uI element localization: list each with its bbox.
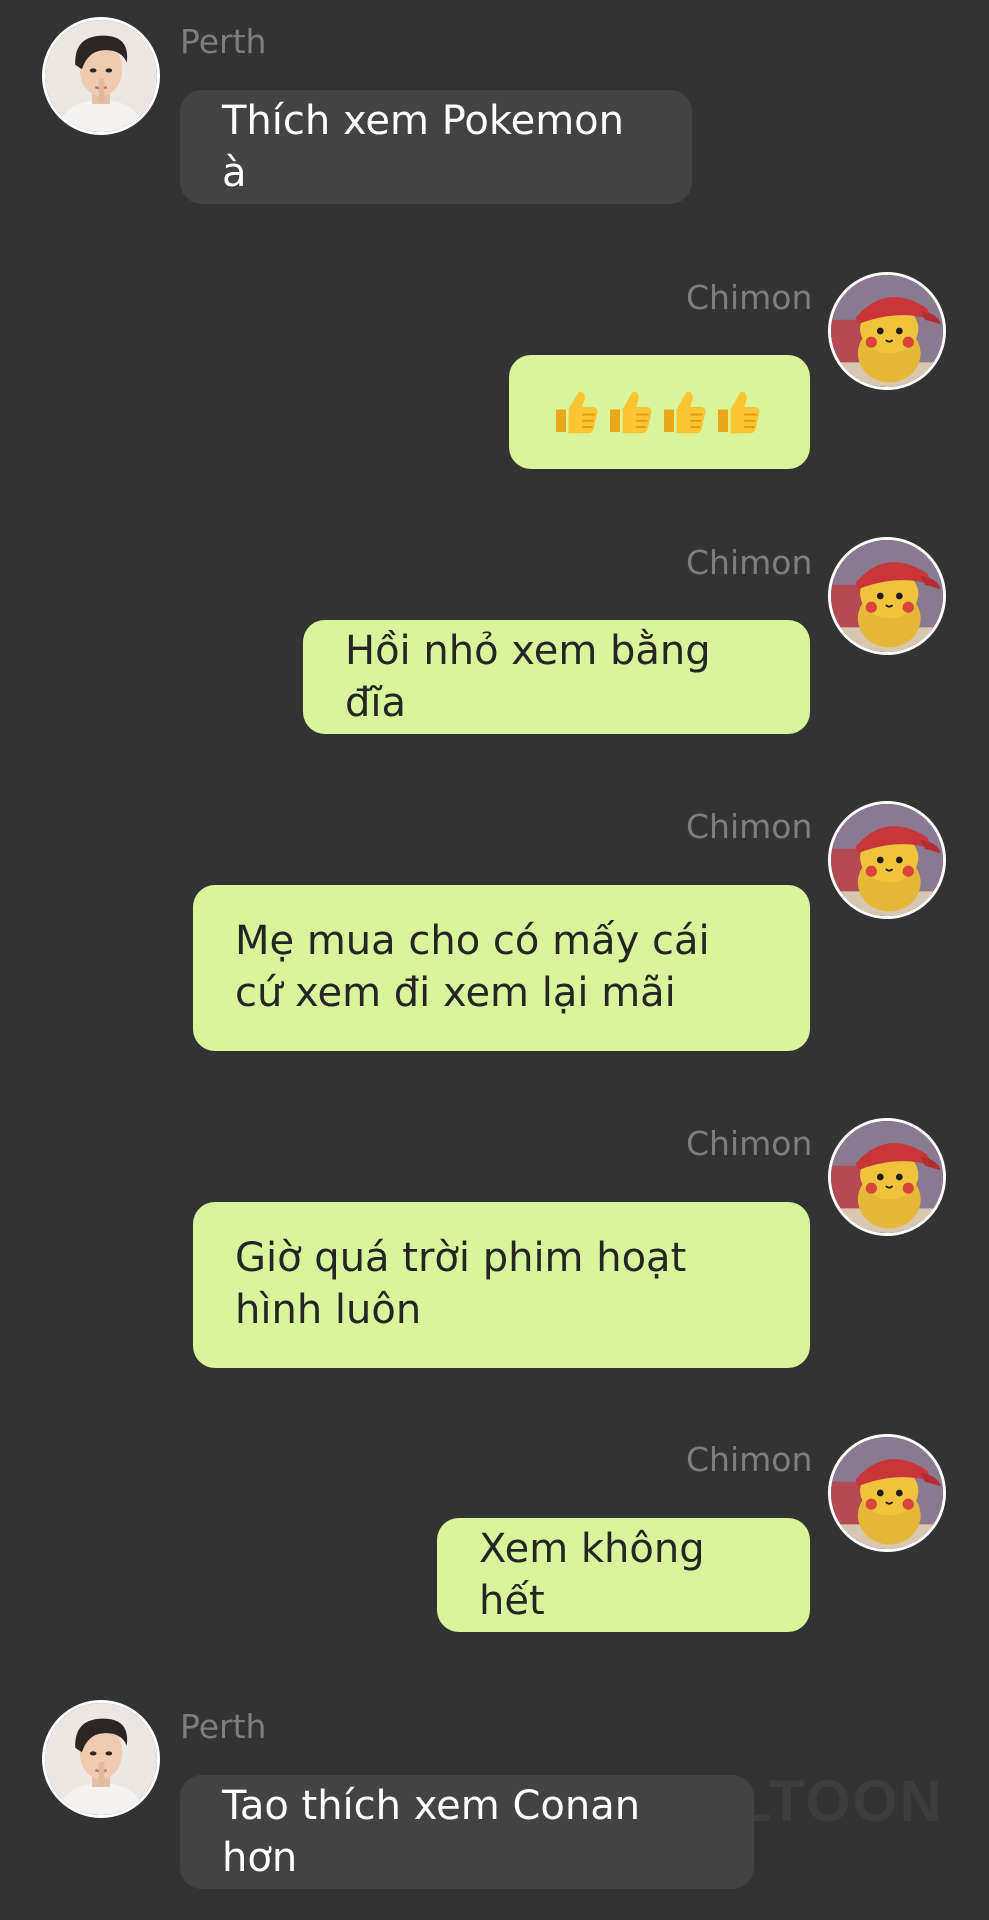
sender-name: Chimon xyxy=(686,807,813,846)
message-bubble[interactable]: Hồi nhỏ xem bằng đĩa xyxy=(303,620,810,734)
avatar[interactable] xyxy=(42,17,160,135)
message-bubble[interactable]: Xem không hết xyxy=(437,1518,810,1632)
pikachu-avatar-icon xyxy=(831,804,943,916)
sender-name: Chimon xyxy=(686,543,813,582)
avatar[interactable] xyxy=(828,801,946,919)
watermark: LTOON xyxy=(736,1769,944,1834)
thumbs-up-icon xyxy=(551,387,601,437)
thumbs-up-icon xyxy=(605,387,655,437)
sender-name: Chimon xyxy=(686,278,813,317)
pikachu-avatar-icon xyxy=(831,1437,943,1549)
avatar[interactable] xyxy=(828,1118,946,1236)
message-bubble[interactable]: Thích xem Pokemon à xyxy=(180,90,692,204)
message-bubble[interactable]: Giờ quá trời phim hoạt hình luôn xyxy=(193,1202,810,1368)
sender-name: Chimon xyxy=(686,1440,813,1479)
sender-name: Perth xyxy=(180,22,267,61)
thumbs-up-icon xyxy=(713,387,763,437)
avatar[interactable] xyxy=(828,1434,946,1552)
avatar[interactable] xyxy=(42,1700,160,1818)
sender-name: Perth xyxy=(180,1707,267,1746)
avatar[interactable] xyxy=(828,272,946,390)
perth-avatar-icon xyxy=(45,1703,157,1815)
message-bubble[interactable]: 👍👍👍👍 xyxy=(509,355,810,469)
perth-avatar-icon xyxy=(45,20,157,132)
thumbs-up-emoji-group xyxy=(551,387,763,437)
thumbs-up-icon xyxy=(659,387,709,437)
pikachu-avatar-icon xyxy=(831,1121,943,1233)
pikachu-avatar-icon xyxy=(831,275,943,387)
message-bubble[interactable]: Tao thích xem Conan hơn xyxy=(180,1775,754,1889)
sender-name: Chimon xyxy=(686,1124,813,1163)
message-bubble[interactable]: Mẹ mua cho có mấy cái cứ xem đi xem lại … xyxy=(193,885,810,1051)
pikachu-avatar-icon xyxy=(831,540,943,652)
avatar[interactable] xyxy=(828,537,946,655)
